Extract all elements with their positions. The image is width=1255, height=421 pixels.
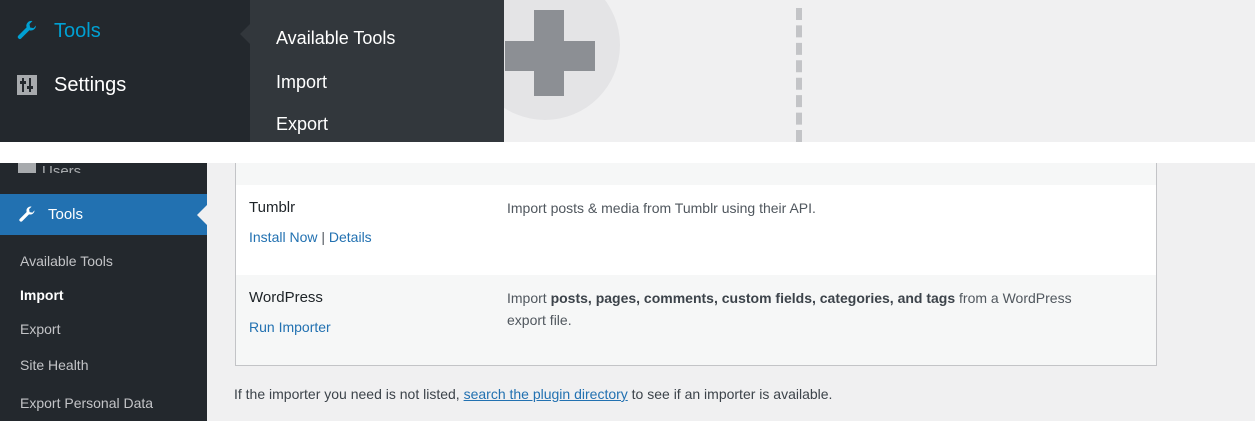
submenu-site-health[interactable]: Site Health [20, 357, 88, 373]
install-now-link[interactable]: Install Now [249, 229, 317, 245]
action-separator: | [321, 229, 325, 245]
run-importer-link[interactable]: Run Importer [249, 319, 331, 335]
description-bold-text: posts, pages, comments, custom fields, c… [550, 290, 956, 306]
active-menu-pointer [197, 205, 207, 225]
importer-actions: Run Importer [249, 319, 331, 335]
wrench-icon [14, 18, 40, 44]
menu-item-settings[interactable]: Settings [14, 72, 126, 98]
menu-item-settings-label: Settings [54, 73, 127, 96]
users-icon [18, 163, 36, 173]
admin-sidebar: Users Tools Available Tools Import Expor… [0, 163, 207, 421]
flyout-pointer [240, 24, 250, 44]
menu-item-tools-label: Tools [48, 206, 84, 223]
description-text: Import [507, 290, 551, 306]
menu-item-tools[interactable]: Tools [14, 18, 101, 44]
help-text: to see if an importer is available. [627, 386, 833, 402]
search-plugin-directory-link[interactable]: search the plugin directory [464, 386, 628, 402]
importers-table: Tumblr Import posts & media from Tumblr … [235, 163, 1157, 366]
flyout-item-import[interactable]: Import [276, 72, 327, 93]
details-link[interactable]: Details [329, 229, 372, 245]
importer-name: Tumblr [249, 199, 296, 216]
menu-item-tools-label: Tools [54, 19, 101, 42]
settings-sliders-icon [14, 72, 40, 98]
menu-item-users-label: Users [42, 163, 82, 173]
plus-icon-bar[interactable] [505, 41, 595, 71]
importer-description: Import posts & media from Tumblr using t… [507, 200, 816, 216]
submenu-export[interactable]: Export [20, 321, 60, 337]
top-screenshot-panel: Tools Settings Available Tools Import Ex… [0, 0, 1255, 142]
submenu-export-personal-data[interactable]: Export Personal Data [20, 395, 153, 411]
importer-description: Import posts, pages, comments, custom fi… [507, 287, 1147, 331]
bottom-screenshot-panel: Users Tools Available Tools Import Expor… [0, 163, 1255, 421]
menu-item-users[interactable]: Users [18, 163, 81, 173]
submenu-import[interactable]: Import [20, 287, 64, 303]
table-row: WordPress Import posts, pages, comments,… [236, 275, 1156, 365]
table-row: Tumblr Import posts & media from Tumblr … [236, 185, 1156, 275]
importer-actions: Install Now | Details [249, 229, 372, 245]
flyout-item-available-tools[interactable]: Available Tools [276, 28, 395, 49]
wrench-icon [16, 204, 38, 226]
flyout-item-export[interactable]: Export [276, 114, 328, 135]
tools-flyout-menu: Available Tools Import Export [250, 0, 504, 142]
importer-help-text: If the importer you need is not listed, … [234, 386, 832, 402]
help-text: If the importer you need is not listed, [234, 386, 464, 402]
submenu-available-tools[interactable]: Available Tools [20, 253, 113, 269]
menu-item-tools-active[interactable]: Tools [0, 194, 207, 235]
dashed-divider [796, 8, 802, 142]
description-text: from a WordPress [955, 290, 1072, 306]
importer-name: WordPress [249, 289, 323, 306]
admin-menu: Tools Settings [0, 0, 250, 142]
description-text: export file. [507, 312, 572, 328]
